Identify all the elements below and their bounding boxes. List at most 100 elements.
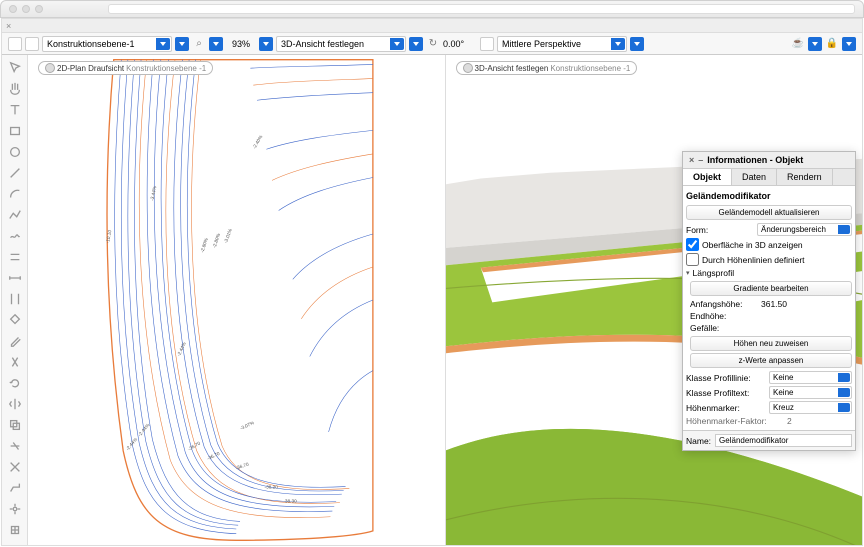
- tab-close-icon[interactable]: ×: [6, 21, 11, 31]
- window-dot[interactable]: [35, 5, 43, 13]
- selection-tool[interactable]: [6, 59, 24, 77]
- viewport-label-prefix: 3D-Ansicht festlegen: [475, 64, 549, 73]
- layer-select[interactable]: Konstruktionsebene-1: [42, 36, 172, 52]
- elevation-label: -3.07%: [239, 420, 255, 431]
- toolbar-dropdown-button[interactable]: [175, 37, 189, 51]
- rotate-icon[interactable]: ↻: [426, 37, 440, 51]
- browser-chrome: [0, 0, 864, 18]
- panel-body: Geländemodifikator Geländemodell aktuali…: [683, 186, 855, 430]
- toolbar-icon[interactable]: [480, 37, 494, 51]
- adjust-z-button[interactable]: z-Werte anpassen: [690, 353, 852, 368]
- zoom-value[interactable]: 93%: [226, 39, 256, 49]
- text-tool[interactable]: [6, 101, 24, 119]
- window-dot[interactable]: [22, 5, 30, 13]
- document-tab-strip: ×: [2, 19, 862, 33]
- edit-gradient-button[interactable]: Gradiente bearbeiten: [690, 281, 852, 296]
- application-window: × Konstruktionsebene-1 ⌕ 93% 3D-Ansicht …: [1, 18, 863, 546]
- teapot-icon[interactable]: ☕: [791, 37, 805, 51]
- panel-titlebar[interactable]: × – Informationen - Objekt: [683, 152, 855, 169]
- circle-tool[interactable]: [6, 143, 24, 161]
- dropdown-caret-icon: [611, 38, 625, 50]
- class-profile-text-label: Klasse Profiltext:: [686, 388, 766, 398]
- marker-factor-value: 2: [787, 416, 852, 426]
- viewport-label[interactable]: 2D-Plan Draufsicht Konstruktionsebene -1: [38, 61, 213, 75]
- class-profile-line-select[interactable]: Keine: [769, 371, 852, 384]
- class-profile-line-label: Klasse Profillinie:: [686, 373, 766, 383]
- angle-value[interactable]: 0.00°: [443, 39, 477, 49]
- toolbar-dropdown-button[interactable]: [808, 37, 822, 51]
- elevation-label: -36.70: [235, 462, 250, 471]
- object-name-input[interactable]: Geländemodifikator: [715, 434, 852, 447]
- panel-minimize-icon[interactable]: –: [698, 155, 703, 165]
- toolbar-dropdown-button[interactable]: [842, 37, 856, 51]
- viewport-label-prefix: 2D-Plan Draufsicht: [57, 64, 124, 73]
- tab-rendern[interactable]: Rendern: [777, 169, 833, 185]
- panel-close-icon[interactable]: ×: [689, 155, 694, 165]
- window-dot[interactable]: [9, 5, 17, 13]
- panel-title: Informationen - Objekt: [707, 155, 803, 165]
- fill-tool[interactable]: [6, 311, 24, 329]
- viewport-label[interactable]: 3D-Ansicht festlegen Konstruktionsebene …: [456, 61, 638, 75]
- arc-tool[interactable]: [6, 185, 24, 203]
- rectangle-tool[interactable]: [6, 122, 24, 140]
- perspective-select[interactable]: Mittlere Perspektive: [497, 36, 627, 52]
- surface-3d-checkbox[interactable]: [686, 238, 699, 251]
- elevation-label: -3.01%: [223, 227, 233, 243]
- surface-3d-label: Oberfläche in 3D anzeigen: [702, 240, 803, 250]
- line-tool[interactable]: [6, 164, 24, 182]
- layer-select-label: Konstruktionsebene-1: [47, 39, 135, 49]
- viewport-2d-plan[interactable]: 2D-Plan Draufsicht Konstruktionsebene -1: [28, 55, 446, 545]
- elevation-label: -2.44%: [125, 436, 139, 451]
- eyedropper-tool[interactable]: [6, 332, 24, 350]
- elevation-label: -2.40%: [252, 134, 264, 150]
- dropdown-caret-icon: [156, 38, 170, 50]
- elevation-label: -38.20: [265, 484, 279, 489]
- offset-tool[interactable]: [6, 416, 24, 434]
- longprofile-disclosure[interactable]: Längsprofil: [686, 267, 852, 279]
- tab-objekt[interactable]: Objekt: [683, 169, 732, 185]
- viewport-label-layer: Konstruktionsebene -1: [126, 64, 206, 73]
- double-line-tool[interactable]: [6, 248, 24, 266]
- elevation-label: -3.44%: [149, 185, 157, 201]
- toolbar-dropdown-button[interactable]: [630, 37, 644, 51]
- wall-tool[interactable]: [6, 290, 24, 308]
- plan-canvas[interactable]: -10.10 -2.44% -2.44% -3.44% -2.44% -2.80…: [28, 55, 445, 545]
- height-marker-select[interactable]: Kreuz: [769, 401, 852, 414]
- toolbar-dropdown-button[interactable]: [209, 37, 223, 51]
- polyline-tool[interactable]: [6, 206, 24, 224]
- toolbar-icon[interactable]: [25, 37, 39, 51]
- form-label: Form:: [686, 225, 754, 235]
- toolbar-icon[interactable]: [8, 37, 22, 51]
- dropdown-caret-icon: [390, 38, 404, 50]
- object-type-heading: Geländemodifikator: [686, 189, 852, 203]
- class-profile-text-select[interactable]: Keine: [769, 386, 852, 399]
- update-terrain-button[interactable]: Geländemodell aktualisieren: [686, 205, 852, 220]
- elevation-label: -2.44%: [176, 341, 187, 357]
- mirror-tool[interactable]: [6, 395, 24, 413]
- viewport-label-layer: Konstruktionsebene -1: [550, 64, 630, 73]
- marker-factor-label: Höhenmarker-Faktor:: [686, 416, 784, 426]
- slope-label: Gefälle:: [690, 323, 758, 333]
- reassign-heights-button[interactable]: Höhen neu zuweisen: [690, 336, 852, 351]
- pan-tool[interactable]: [6, 80, 24, 98]
- object-info-panel[interactable]: × – Informationen - Objekt Objekt Daten …: [682, 151, 856, 451]
- view-mode-select[interactable]: 3D-Ansicht festlegen: [276, 36, 406, 52]
- rotate-tool[interactable]: [6, 374, 24, 392]
- perspective-label: Mittlere Perspektive: [502, 39, 581, 49]
- contours-checkbox[interactable]: [686, 253, 699, 266]
- tool[interactable]: [6, 500, 24, 518]
- toolbar-dropdown-button[interactable]: [409, 37, 423, 51]
- freehand-tool[interactable]: [6, 227, 24, 245]
- tool[interactable]: [6, 521, 24, 539]
- tool[interactable]: [6, 353, 24, 371]
- tab-daten[interactable]: Daten: [732, 169, 777, 185]
- url-bar[interactable]: [108, 4, 855, 14]
- tool[interactable]: [6, 458, 24, 476]
- dimension-tool[interactable]: [6, 269, 24, 287]
- lock-icon[interactable]: 🔒: [825, 37, 839, 51]
- trim-tool[interactable]: [6, 437, 24, 455]
- callout-tool[interactable]: [6, 479, 24, 497]
- form-select[interactable]: Änderungsbereich: [757, 223, 852, 236]
- zoom-icon[interactable]: ⌕: [192, 37, 206, 51]
- toolbar-dropdown-button[interactable]: [259, 37, 273, 51]
